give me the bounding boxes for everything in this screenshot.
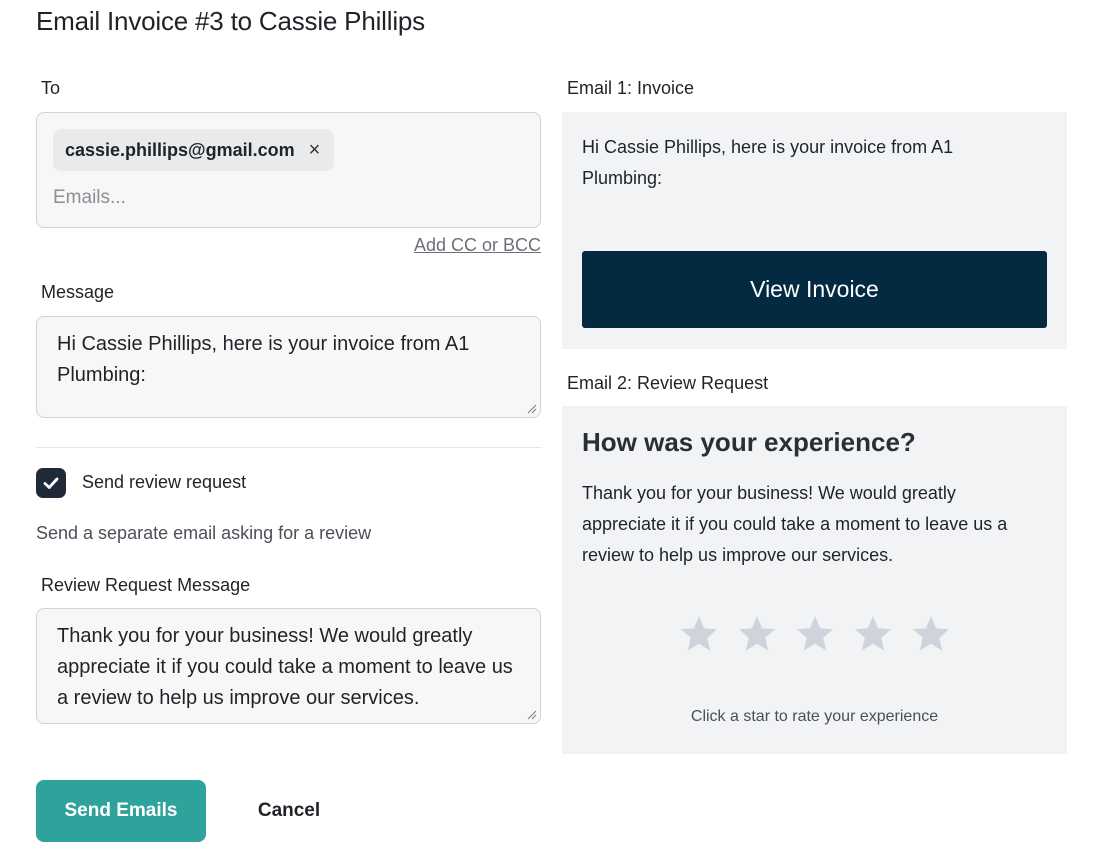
checkmark-icon [43,477,59,489]
message-text: Hi Cassie Phillips, here is your invoice… [57,333,470,386]
to-label: To [41,78,61,98]
review-message-label: Review Request Message [41,575,251,595]
star-icon[interactable] [678,613,720,655]
star-icon[interactable] [794,613,836,655]
view-invoice-button[interactable]: View Invoice [582,251,1047,328]
cancel-button[interactable]: Cancel [240,780,338,842]
email1-preview: Hi Cassie Phillips, here is your invoice… [562,112,1067,349]
send-review-checkbox[interactable] [36,468,66,498]
star-icon[interactable] [910,613,952,655]
review-message-textarea[interactable]: Thank you for your business! We would gr… [36,608,541,724]
add-cc-bcc-link[interactable]: Add CC or BCC [414,235,541,256]
recipient-email: cassie.phillips@gmail.com [65,139,295,160]
email2-preview: How was your experience? Thank you for y… [562,406,1067,754]
star-icon[interactable] [852,613,894,655]
message-textarea[interactable]: Hi Cassie Phillips, here is your invoice… [36,316,541,418]
message-label: Message [41,282,115,302]
email1-preview-label: Email 1: Invoice [567,78,695,98]
email1-body: Hi Cassie Phillips, here is your invoice… [582,137,954,188]
star-icon[interactable] [736,613,778,655]
email2-preview-label: Email 2: Review Request [567,373,769,393]
star-rating [562,613,1067,655]
close-icon[interactable]: × [309,140,321,160]
rate-hint: Click a star to rate your experience [690,708,939,725]
section-divider [36,447,541,448]
recipient-chip: cassie.phillips@gmail.com × [53,129,335,171]
resize-grip-icon[interactable] [527,710,537,720]
dialog-title: Email Invoice #3 to Cassie Phillips [36,6,425,36]
send-review-help: Send a separate email asking for a revie… [36,523,372,543]
review-heading: How was your experience? [582,427,916,457]
email-input[interactable] [53,183,523,213]
email-invoice-dialog: Email Invoice #3 to Cassie Phillips To c… [0,0,1100,849]
send-emails-button[interactable]: Send Emails [36,780,206,842]
resize-grip-icon[interactable] [527,404,537,414]
review-message-text: Thank you for your business! We would gr… [57,625,513,709]
to-field[interactable]: cassie.phillips@gmail.com × [36,112,541,228]
send-review-label[interactable]: Send review request [82,472,246,493]
review-body: Thank you for your business! We would gr… [582,483,1008,565]
